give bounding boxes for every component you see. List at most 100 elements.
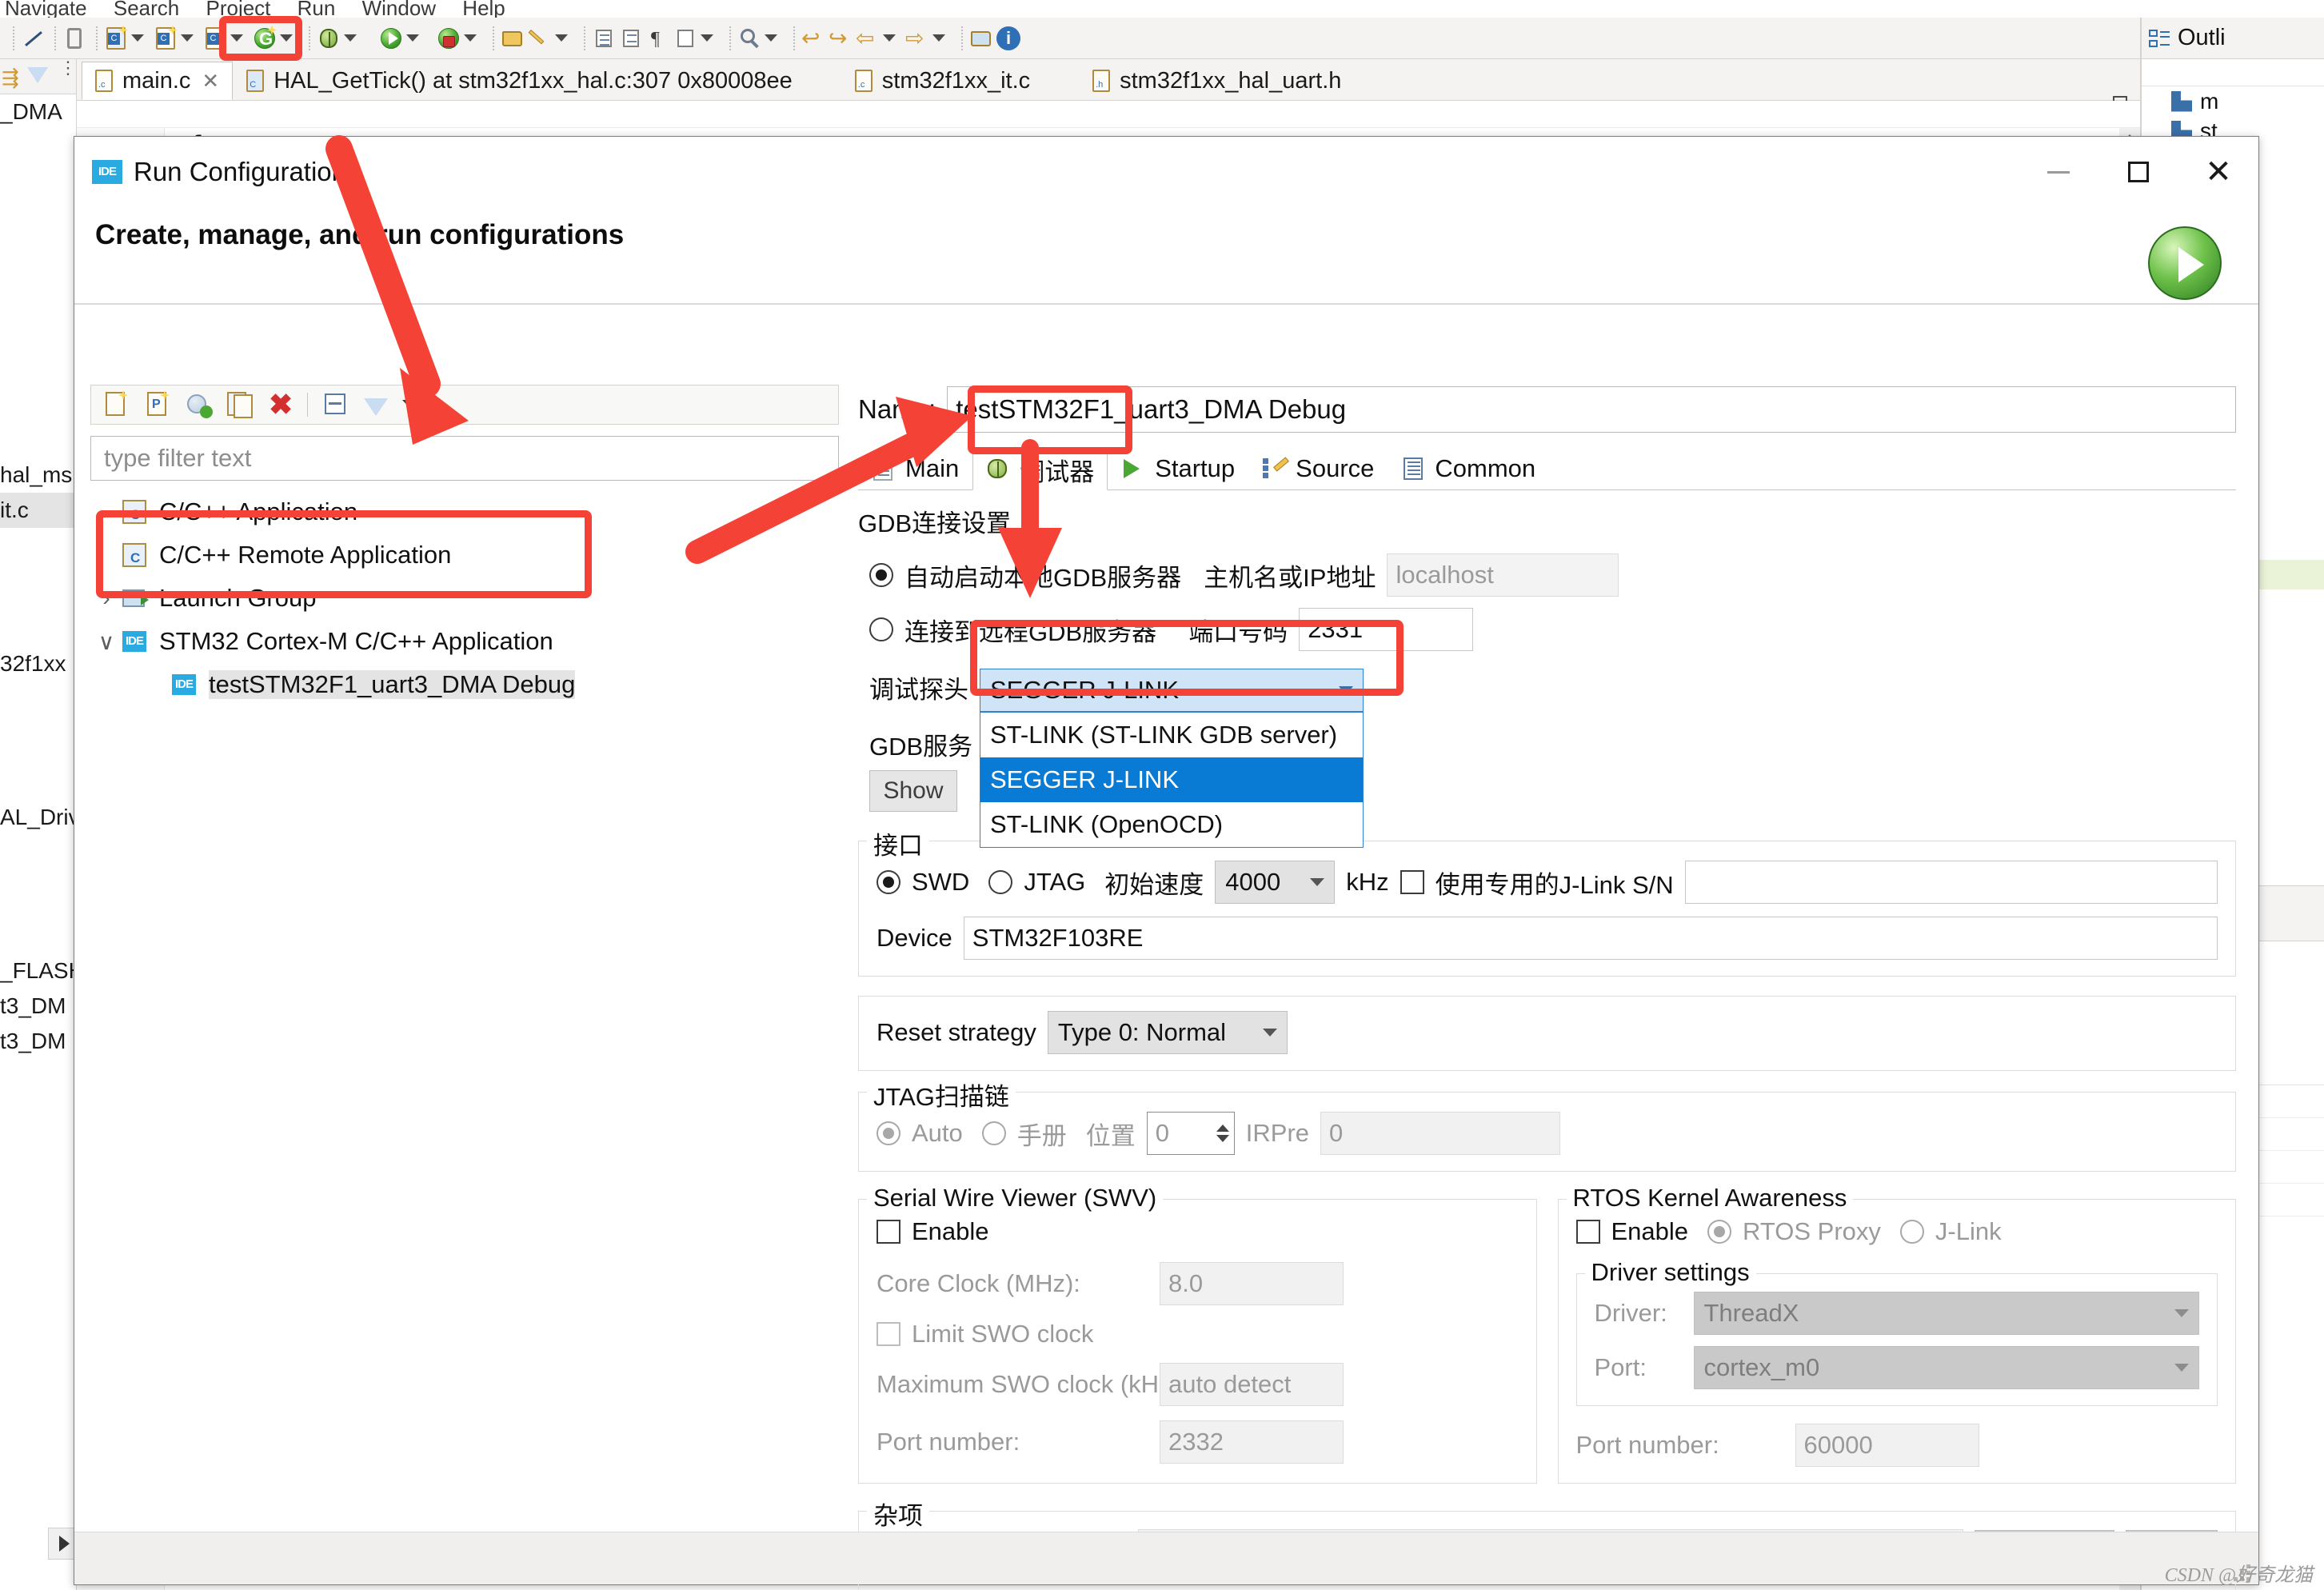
run-configurations-dialog[interactable]: IDE Run Configurations ✕ Create, manage,…	[74, 136, 2259, 1590]
export-icon[interactable]	[186, 391, 213, 418]
twisty-icon[interactable]: ∨	[90, 629, 122, 655]
explorer-row[interactable]: AL_Driv	[0, 800, 76, 835]
editor-tab-hal-gettick[interactable]: C HAL_GetTick() at stm32f1xx_hal.c:307 0…	[233, 62, 806, 100]
chevron-down-icon[interactable]	[344, 34, 357, 42]
toolbar-paragraph-button[interactable]: ¶	[646, 26, 670, 50]
outline-tab[interactable]: Outli	[2141, 18, 2324, 59]
dedicated-sn-checkbox[interactable]	[1400, 870, 1424, 894]
ide-toolbar[interactable]: C C C G ¶ ↩ ↪ ⇦ ⇨ i	[0, 18, 2324, 59]
menu-project[interactable]: Project	[206, 0, 270, 18]
toolbar-back-button[interactable]: ↩	[801, 26, 825, 50]
toolbar-generate-code-button[interactable]: G	[253, 25, 299, 50]
chevron-down-icon[interactable]	[765, 34, 777, 42]
speed-combo[interactable]: 4000	[1215, 861, 1336, 904]
close-button[interactable]: ✕	[2178, 137, 2258, 207]
toolbar-edit-button[interactable]	[528, 26, 574, 50]
new-launch-config-icon[interactable]	[102, 390, 130, 418]
menu-bar[interactable]: Navigate Search Project Run Window Help	[0, 0, 2324, 18]
editor-tab-stm32f1xx-hal-uart-h[interactable]: .h stm32f1xx_hal_uart.h	[1079, 62, 1356, 100]
rtos-jlink-radio[interactable]	[1899, 1220, 1924, 1244]
core-clock-input[interactable]: 8.0	[1160, 1262, 1344, 1305]
tree-node[interactable]: ∨ IDE STM32 Cortex-M C/C++ Application	[90, 620, 839, 663]
chevron-down-icon[interactable]	[932, 34, 945, 42]
toolbar-view-a-button[interactable]	[592, 26, 616, 50]
probe-combo[interactable]: SEGGER J-LINK ST-LINK (ST-LINK GDB serve…	[980, 669, 1364, 848]
close-icon[interactable]: ✕	[202, 69, 219, 94]
auto-radio[interactable]	[876, 1121, 900, 1145]
chevron-down-icon[interactable]	[280, 34, 293, 42]
device-input[interactable]: STM32F103RE	[963, 917, 2218, 960]
toolbar-info-button[interactable]: i	[996, 26, 1020, 50]
rtos-port-number-input[interactable]: 60000	[1795, 1424, 1979, 1467]
port-input[interactable]: 2331	[1299, 608, 1474, 651]
jtag-radio[interactable]	[988, 870, 1013, 894]
editor-tab-main-c[interactable]: .c main.c ✕	[82, 62, 234, 100]
toolbar-profile-button[interactable]	[437, 26, 483, 50]
chevron-down-icon[interactable]	[230, 34, 243, 42]
editor-tab-stm32f1xx-it-c[interactable]: .c stm32f1xx_it.c	[841, 62, 1044, 100]
filter-icon[interactable]	[27, 67, 48, 83]
filter-input[interactable]: type filter text	[90, 436, 839, 481]
toolbar-new-c-project-button[interactable]: C	[104, 25, 150, 50]
toolbar-bookmark-button[interactable]	[673, 26, 720, 50]
probe-combo-selected[interactable]: SEGGER J-LINK	[980, 669, 1364, 712]
swv-port-input[interactable]: 2332	[1160, 1420, 1344, 1464]
new-prototype-icon[interactable]: P	[144, 390, 171, 418]
chevron-down-icon[interactable]	[181, 34, 194, 42]
explorer-row[interactable]: t3_DM	[0, 1024, 76, 1059]
tab-common[interactable]: Common	[1388, 448, 1549, 489]
link-with-editor-icon[interactable]: ⇶	[2, 66, 19, 90]
menu-run[interactable]: Run	[297, 0, 336, 18]
toolbar-forward-nav-button[interactable]: ⇨	[905, 26, 952, 50]
toolbar-search-button[interactable]	[737, 26, 784, 50]
probe-option[interactable]: SEGGER J-LINK	[980, 757, 1363, 802]
toolbar-back-nav-button[interactable]: ⇦	[856, 26, 902, 50]
maximize-button[interactable]	[2098, 137, 2178, 207]
tab-debugger[interactable]: 调试器	[972, 449, 1108, 490]
restore-view-button[interactable]	[48, 1528, 76, 1560]
dialog-window-controls[interactable]: ✕	[2019, 137, 2258, 207]
project-explorer-strip[interactable]: ⇶ ⋮ _DMA hal_ms it.c 32f1xx AL_Driv _FLA…	[0, 59, 77, 1590]
chevron-down-icon[interactable]	[406, 34, 419, 42]
toolbar-export-button[interactable]	[969, 26, 993, 50]
menu-search[interactable]: Search	[114, 0, 179, 18]
explorer-row[interactable]: 32f1xx	[0, 646, 76, 681]
duplicate-icon[interactable]	[227, 391, 254, 418]
outline-subtoolbar[interactable]	[2141, 59, 2324, 86]
dedicated-sn-input[interactable]	[1684, 861, 2218, 904]
tab-startup[interactable]: Startup	[1108, 448, 1248, 489]
probe-dropdown-list[interactable]: ST-LINK (ST-LINK GDB server) SEGGER J-LIN…	[980, 712, 1364, 848]
project-explorer-toolbar[interactable]: ⇶ ⋮	[0, 59, 76, 94]
remote-radio[interactable]	[869, 617, 893, 641]
explorer-row[interactable]: _FLASH	[0, 953, 76, 989]
outline-row[interactable]: m	[2141, 86, 2324, 116]
show-button[interactable]: Show	[869, 770, 957, 812]
toolbar-run-button[interactable]	[379, 26, 425, 50]
probe-option[interactable]: ST-LINK (OpenOCD)	[980, 802, 1363, 847]
toolbar-open-resource-button[interactable]	[501, 26, 525, 50]
view-menu-icon[interactable]: ⋮	[59, 59, 76, 77]
host-input[interactable]: localhost	[1387, 553, 1619, 597]
chevron-down-icon[interactable]	[883, 34, 896, 42]
manual-radio[interactable]	[981, 1121, 1006, 1145]
chevron-down-icon[interactable]	[131, 34, 144, 42]
launch-config-tree[interactable]: C/C++ Application C/C++ Remote Applicatio…	[90, 490, 839, 706]
tree-node[interactable]: C/C++ Remote Application	[90, 533, 839, 577]
dialog-run-icon[interactable]	[2148, 226, 2222, 300]
reset-strategy-combo[interactable]: Type 0: Normal	[1047, 1011, 1288, 1054]
editor-tab-bar[interactable]: .c main.c ✕ C HAL_GetTick() at stm32f1xx…	[77, 59, 2140, 107]
menu-navigate[interactable]: Navigate	[5, 0, 87, 18]
collapse-all-icon[interactable]	[322, 391, 349, 418]
rtos-port-combo[interactable]: cortex_m0	[1693, 1346, 2199, 1389]
explorer-row[interactable]: _DMA	[0, 94, 76, 130]
filter-icon[interactable]	[364, 398, 389, 416]
minimize-button[interactable]	[2019, 137, 2098, 207]
toolbar-view-b-button[interactable]	[619, 26, 643, 50]
position-spinner[interactable]: 0	[1146, 1112, 1235, 1155]
toolbar-forward-button[interactable]: ↪	[829, 26, 853, 50]
tree-toolbar[interactable]: P ✖	[90, 385, 839, 425]
twisty-icon[interactable]: ›	[90, 585, 122, 611]
toolbar-new-source-file-button[interactable]: C	[203, 25, 250, 50]
tab-source[interactable]: Source	[1248, 448, 1388, 489]
chevron-down-icon[interactable]	[402, 400, 421, 409]
